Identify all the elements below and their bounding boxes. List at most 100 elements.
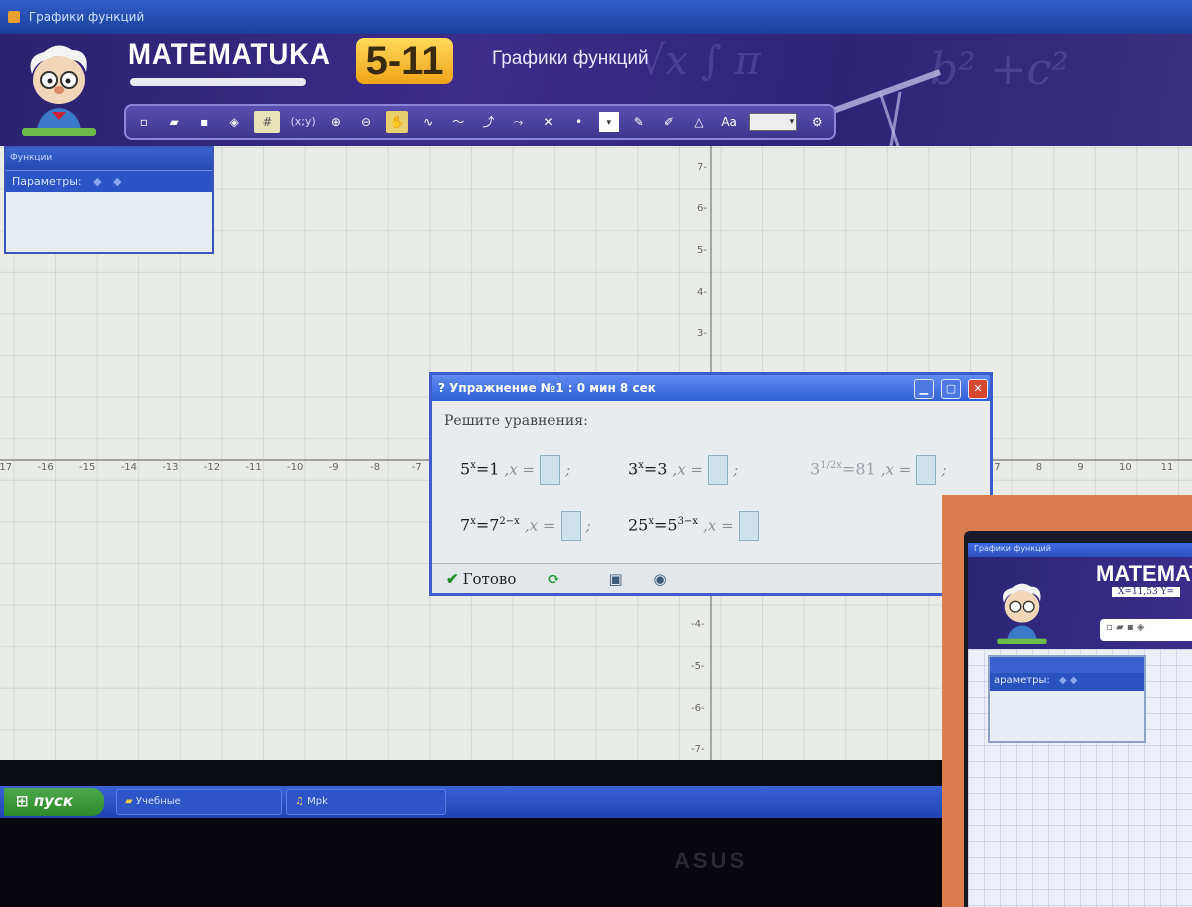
exercise-title: Упражнение №1 : 0 мин 8 сек bbox=[449, 381, 656, 395]
text-button[interactable]: Aa bbox=[719, 111, 739, 133]
folder-icon: ▰ bbox=[125, 796, 133, 807]
equation-exponent: 1/2x bbox=[820, 460, 842, 472]
start-button[interactable]: ⊞ пуск bbox=[4, 788, 104, 816]
x-tick-label: -14 bbox=[120, 462, 137, 473]
eraser-icon[interactable]: ◈ bbox=[224, 111, 244, 133]
x-label: ,x = bbox=[880, 460, 912, 479]
x-tick-label: -17 bbox=[0, 462, 13, 473]
x-label: ,x = bbox=[504, 460, 536, 479]
x-tick-label: 7 bbox=[994, 462, 1001, 473]
exercise-prompt: Решите уравнения: bbox=[444, 413, 588, 429]
logo-underline bbox=[130, 78, 306, 86]
monitor-brand-logo: ASUS bbox=[674, 848, 748, 873]
equation-separator: ; bbox=[941, 460, 947, 479]
minimize-button[interactable]: ▁ bbox=[913, 379, 934, 399]
equation-rhs: =5 bbox=[654, 515, 678, 535]
x-tick-label: -11 bbox=[245, 462, 262, 473]
grid-icon[interactable]: # bbox=[254, 111, 281, 133]
decor-formula-icon: b² +c² bbox=[930, 44, 1069, 95]
answer-input-5[interactable] bbox=[738, 511, 759, 541]
inset-panel-title bbox=[990, 657, 1144, 673]
equation-base: 3 bbox=[810, 459, 821, 479]
taskbar-item-label: Учебные bbox=[135, 796, 181, 807]
exercise-dialog: ? Упражнение №1 : 0 мин 8 сек ▁ ▢ ✕ Реши… bbox=[429, 372, 993, 596]
exercise-title-bar: ? Упражнение №1 : 0 мин 8 сек bbox=[432, 375, 990, 401]
close-button[interactable]: ✕ bbox=[968, 379, 988, 399]
answer-input-4[interactable] bbox=[560, 511, 581, 541]
functions-panel-title: Функции bbox=[6, 148, 212, 170]
new-file-icon[interactable]: ▫ bbox=[134, 111, 154, 133]
derivative-icon[interactable]: ⤳ bbox=[508, 111, 528, 133]
answer-input-3[interactable] bbox=[916, 455, 937, 485]
curve-icon[interactable]: 〜 bbox=[448, 111, 468, 133]
equation-base: 3 bbox=[628, 459, 639, 479]
checkmark-icon: ✔ bbox=[446, 570, 459, 588]
equation-separator: ; bbox=[733, 460, 739, 479]
section-title: Графики функций bbox=[492, 48, 649, 69]
y-tick-label: 5- bbox=[697, 245, 707, 256]
answer-input-1[interactable] bbox=[540, 455, 561, 485]
coordinates-button[interactable]: (x;y) bbox=[290, 111, 315, 133]
taskbar-item-app[interactable]: ♫ Mpk bbox=[286, 789, 446, 815]
inset-params-label: араметры: bbox=[994, 675, 1050, 686]
y-tick-label: 6- bbox=[697, 203, 707, 215]
dropdown-icon[interactable]: ▾ bbox=[598, 112, 619, 132]
equation-base: 25 bbox=[628, 515, 649, 535]
x-tick-label: -15 bbox=[79, 462, 96, 473]
x-label: ,x = bbox=[672, 460, 704, 479]
equation-1: 5x=1 ,x = ; bbox=[460, 455, 570, 485]
tangent-icon[interactable]: ⤴ bbox=[478, 111, 498, 133]
inset-logo: MATEMAT bbox=[1096, 561, 1192, 586]
delete-graph-icon[interactable]: ✕ bbox=[539, 111, 559, 133]
maximize-button[interactable]: ▢ bbox=[940, 379, 961, 399]
monitor-icon[interactable]: ▣ bbox=[609, 570, 623, 588]
x-tick-label: -10 bbox=[287, 462, 304, 473]
params-expand-icon[interactable]: ◆ bbox=[93, 175, 101, 188]
settings-icon[interactable]: ⚙ bbox=[807, 111, 827, 133]
line-style-select[interactable]: ▾ bbox=[749, 113, 798, 131]
equation-separator: ; bbox=[565, 460, 571, 479]
params-label: Параметры: bbox=[12, 175, 82, 188]
window-title-bar: Графики функций bbox=[0, 0, 1192, 34]
equation-separator: ; bbox=[585, 516, 591, 535]
equation-rhs-exponent: 2−x bbox=[499, 516, 520, 528]
inset-params-icons: ◆ ◆ bbox=[1058, 675, 1078, 686]
inset-coordinates: X=11,53 Y= bbox=[1112, 587, 1181, 597]
dialog-controls: ▁ ▢ ✕ bbox=[912, 377, 988, 399]
done-button[interactable]: ✔ Готово bbox=[446, 570, 516, 588]
params-collapse-icon[interactable]: ◆ bbox=[113, 175, 121, 188]
y-tick-label: 4- bbox=[697, 286, 707, 298]
zoom-in-icon[interactable]: ⊕ bbox=[326, 111, 346, 133]
inset-functions-panel: араметры: ◆ ◆ bbox=[988, 655, 1146, 743]
x-tick-label: -9 bbox=[328, 462, 339, 473]
window-title: Графики функций bbox=[28, 10, 145, 24]
y-tick-label: -6- bbox=[691, 702, 705, 714]
pencil-icon[interactable]: ✎ bbox=[629, 111, 649, 133]
point-icon[interactable]: • bbox=[569, 111, 589, 133]
marker-icon[interactable]: ✐ bbox=[659, 111, 679, 133]
params-row[interactable]: Параметры: ◆ ◆ bbox=[6, 170, 212, 192]
equation-3: 31/2x=81 ,x = ; bbox=[810, 455, 947, 485]
equation-4: 7x=72−x ,x = ; bbox=[460, 511, 591, 541]
equation-rhs: =81 bbox=[841, 459, 876, 479]
function-icon[interactable]: ∿ bbox=[418, 111, 438, 133]
hand-icon[interactable]: ✋ bbox=[386, 111, 409, 133]
taskbar-item-folder[interactable]: ▰ Учебные bbox=[116, 789, 282, 815]
open-folder-icon[interactable]: ▰ bbox=[164, 111, 184, 133]
app-banner: √x ∫ π b² +c² MATEMATUKA 5-11 Графики фу… bbox=[0, 34, 1192, 146]
triangle-icon[interactable]: △ bbox=[689, 111, 709, 133]
x-label: ,x = bbox=[703, 516, 734, 535]
equation-2: 3x=3 ,x = ; bbox=[628, 455, 738, 485]
x-tick-label: -13 bbox=[162, 462, 179, 473]
y-tick-label: 3- bbox=[697, 328, 707, 340]
answer-input-2[interactable] bbox=[708, 455, 729, 485]
save-icon[interactable]: ▪ bbox=[194, 111, 214, 133]
logo-grades-badge: 5-11 bbox=[355, 38, 454, 84]
y-tick-label: -4- bbox=[691, 619, 705, 631]
eye-icon[interactable]: ◉ bbox=[653, 570, 666, 588]
dialog-footer: ✔ Готово ⟳ ▣ ◉ bbox=[432, 563, 990, 593]
zoom-out-icon[interactable]: ⊖ bbox=[356, 111, 376, 133]
professor-mascot-icon bbox=[22, 45, 96, 136]
refresh-icon[interactable]: ⟳ bbox=[547, 570, 560, 588]
app-icon bbox=[8, 11, 20, 23]
